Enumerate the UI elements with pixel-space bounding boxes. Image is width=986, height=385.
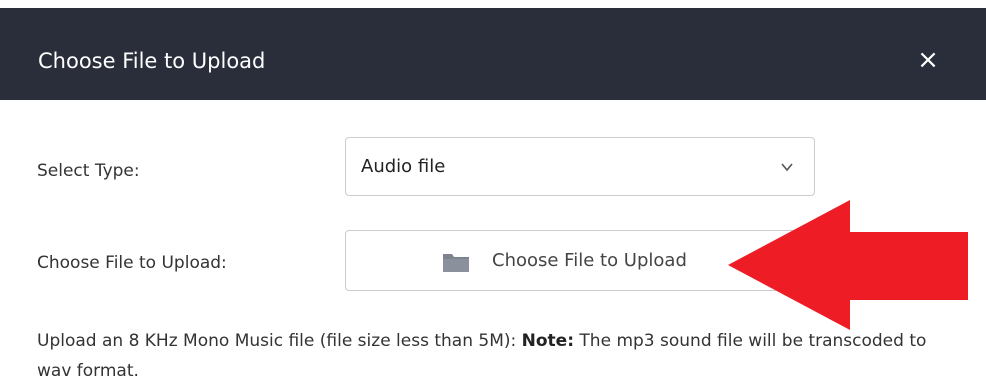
upload-description: Upload an 8 KHz Mono Music file (file si…	[37, 326, 957, 385]
file-type-value: Audio file	[361, 156, 446, 177]
select-type-label: Select Type:	[37, 161, 140, 181]
upload-dialog: Choose File to Upload × Select Type: Aud…	[0, 0, 986, 385]
dialog-header: Choose File to Upload ×	[0, 8, 986, 100]
folder-icon	[443, 254, 469, 272]
red-arrow-icon	[728, 200, 968, 330]
dialog-title: Choose File to Upload	[38, 49, 266, 73]
choose-file-label: Choose File to Upload:	[37, 253, 227, 273]
file-type-select[interactable]: Audio file	[345, 137, 815, 196]
choose-file-button-label: Choose File to Upload	[492, 250, 687, 271]
note-label: Note:	[521, 331, 575, 351]
chevron-down-icon	[781, 163, 793, 172]
description-text: Upload an 8 KHz Mono Music file (file si…	[37, 331, 522, 351]
close-icon[interactable]: ×	[912, 44, 944, 76]
